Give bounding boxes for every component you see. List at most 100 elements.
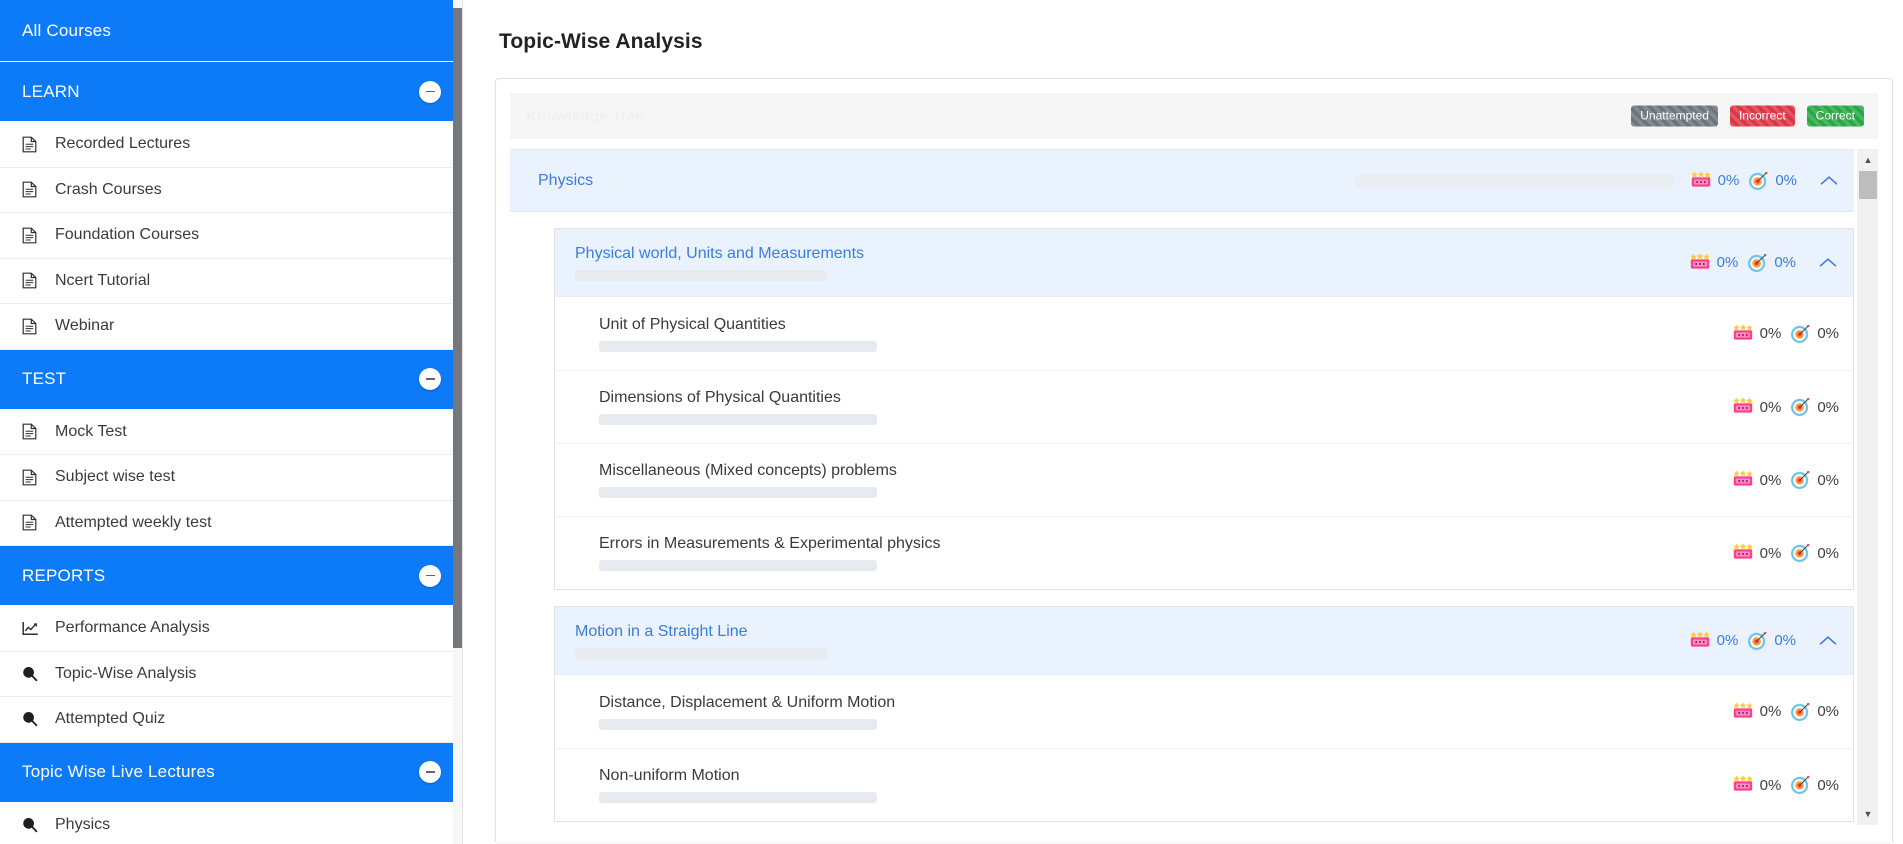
metric-rank: 0% bbox=[1732, 470, 1781, 490]
row-metrics: 0% 0% bbox=[1732, 470, 1839, 490]
sidebar-item-recorded-lectures[interactable]: Recorded Lectures bbox=[0, 122, 462, 168]
tree-topic-progress-bar bbox=[599, 718, 877, 730]
sidebar-item-physics[interactable]: Physics bbox=[0, 802, 462, 844]
rank-ticket-icon bbox=[1732, 543, 1753, 563]
metric-rank: 0% bbox=[1732, 397, 1782, 417]
scroll-up-arrow-icon[interactable]: ▲ bbox=[1857, 151, 1878, 169]
tree-topic-row[interactable]: Unit of Physical Quantities 0% 0% bbox=[555, 297, 1853, 370]
knowledge-tree-heading: Knowledge Tree bbox=[526, 107, 644, 125]
tree-topic-row[interactable]: Dimensions of Physical Quantities 0% 0% bbox=[555, 370, 1853, 443]
page-title: Topic-Wise Analysis bbox=[499, 30, 703, 53]
row-metrics: 0% 0% bbox=[1732, 701, 1839, 722]
sidebar-collapse-toggle-topic-wise-live-lectures[interactable] bbox=[419, 761, 441, 783]
sidebar-item-label: Attempted Quiz bbox=[55, 710, 166, 728]
metric-rank-value: 0% bbox=[1759, 398, 1782, 416]
metric-rank-value: 0% bbox=[1716, 632, 1739, 649]
sidebar-section-label: TEST bbox=[22, 369, 67, 388]
sidebar-section-topic-wise-live-lectures[interactable]: Topic Wise Live Lectures bbox=[0, 742, 462, 803]
tree-chapter-block: Physical world, Units and Measurements 0%… bbox=[554, 228, 1854, 590]
metric-accuracy: 0% bbox=[1747, 253, 1796, 273]
sidebar-collapse-toggle-test[interactable] bbox=[419, 368, 441, 390]
metric-accuracy-value: 0% bbox=[1817, 471, 1839, 489]
tree-topic-label-group: Unit of Physical Quantities bbox=[599, 316, 877, 352]
minus-icon bbox=[425, 771, 435, 773]
sidebar-section-test[interactable]: TEST bbox=[0, 349, 462, 410]
tree-chapter-label: Motion in a Straight Line bbox=[575, 622, 748, 640]
file-icon bbox=[22, 318, 48, 335]
sidebar-section-learn[interactable]: LEARN bbox=[0, 62, 462, 122]
scroll-down-arrow-icon[interactable]: ▼ bbox=[1857, 805, 1878, 823]
rank-ticket-icon bbox=[1732, 397, 1753, 417]
sidebar-section-reports[interactable]: REPORTS bbox=[0, 546, 462, 606]
metric-accuracy: 0% bbox=[1790, 702, 1839, 722]
tree-topic-row[interactable]: Miscellaneous (Mixed concepts) problems 0… bbox=[555, 443, 1853, 516]
target-icon bbox=[1748, 171, 1768, 191]
metric-accuracy: 0% bbox=[1790, 324, 1839, 344]
sidebar-item-label: Topic-Wise Analysis bbox=[55, 664, 197, 682]
metric-accuracy: 0% bbox=[1747, 631, 1796, 651]
sidebar-item-foundation-courses[interactable]: Foundation Courses bbox=[0, 213, 462, 259]
rank-ticket-icon bbox=[1690, 170, 1711, 191]
sidebar-item-label: Webinar bbox=[55, 317, 115, 335]
tree-chapter-row[interactable]: Motion in a Straight Line 0% 0% bbox=[555, 607, 1853, 675]
sidebar-item-subject-wise-test[interactable]: Subject wise test bbox=[0, 455, 462, 501]
target-icon bbox=[1790, 702, 1810, 722]
search-icon bbox=[22, 817, 48, 833]
metric-accuracy-value: 0% bbox=[1775, 172, 1797, 189]
tree-scrollbar[interactable]: ▲ ▼ bbox=[1856, 149, 1878, 825]
sidebar-item-label: Mock Test bbox=[55, 422, 127, 440]
sidebar-item-attempted-quiz[interactable]: Attempted Quiz bbox=[0, 697, 462, 743]
sidebar-item-webinar[interactable]: Webinar bbox=[0, 304, 462, 350]
rank-ticket-icon bbox=[1732, 701, 1753, 722]
sidebar-scrollbar-thumb[interactable] bbox=[453, 8, 462, 648]
file-icon bbox=[22, 227, 48, 244]
tree-topic-label-group: Non-uniform Motion bbox=[599, 767, 877, 803]
minus-icon bbox=[425, 90, 435, 93]
sidebar-collapse-toggle-learn[interactable] bbox=[419, 80, 441, 103]
chevron-up-icon[interactable] bbox=[1817, 630, 1839, 652]
metric-rank-value: 0% bbox=[1759, 703, 1782, 720]
sidebar-collapse-toggle-reports[interactable] bbox=[419, 564, 441, 587]
sidebar-section-all-courses[interactable]: All Courses bbox=[0, 0, 462, 62]
search-icon bbox=[22, 711, 48, 727]
tree-topic-label: Unit of Physical Quantities bbox=[599, 315, 786, 333]
tree-topic-row[interactable]: Distance, Displacement & Uniform Motion 0… bbox=[555, 675, 1853, 748]
metric-rank-value: 0% bbox=[1759, 776, 1782, 794]
tree-subject-progress-placeholder bbox=[1355, 174, 1675, 187]
chevron-up-icon[interactable] bbox=[1817, 252, 1839, 274]
metric-rank-value: 0% bbox=[1759, 544, 1782, 562]
sidebar-item-crash-courses[interactable]: Crash Courses bbox=[0, 167, 462, 213]
panel-header: Knowledge Tree Unattempted Incorrect Cor… bbox=[510, 93, 1878, 139]
sidebar-scrollbar[interactable] bbox=[453, 0, 462, 844]
tree-topic-row[interactable]: Errors in Measurements & Experimental ph… bbox=[555, 516, 1853, 589]
target-icon bbox=[1747, 631, 1767, 651]
sidebar-item-attempted-weekly-test[interactable]: Attempted weekly test bbox=[0, 500, 462, 546]
sidebar-section-label: LEARN bbox=[22, 81, 80, 101]
sidebar-item-mock-test[interactable]: Mock Test bbox=[0, 409, 462, 455]
chevron-up-icon[interactable] bbox=[1818, 170, 1840, 192]
metric-rank: 0% bbox=[1689, 630, 1739, 651]
sidebar-item-ncert-tutorial[interactable]: Ncert Tutorial bbox=[0, 258, 462, 304]
tree-topic-progress-bar bbox=[599, 487, 877, 498]
metric-rank: 0% bbox=[1690, 170, 1739, 191]
sidebar: All Courses LEARN Recorded Lectures Crash C… bbox=[0, 0, 463, 844]
tree-chapter-label-group: Physical world, Units and Measurements bbox=[575, 245, 864, 281]
tree-scrollbar-thumb[interactable] bbox=[1859, 171, 1877, 199]
tree-topic-label: Errors in Measurements & Experimental ph… bbox=[599, 535, 941, 552]
tree-subject-label: Physics bbox=[538, 171, 594, 189]
sidebar-section-label: REPORTS bbox=[22, 565, 106, 585]
tree-subject-row[interactable]: Physics 0% 0% bbox=[510, 149, 1854, 212]
row-metrics: 0% 0% bbox=[1732, 775, 1839, 795]
file-icon bbox=[22, 272, 48, 289]
sidebar-item-label: Performance Analysis bbox=[55, 619, 210, 637]
target-icon bbox=[1790, 775, 1810, 795]
target-icon bbox=[1790, 324, 1810, 344]
tree-topic-row[interactable]: Non-uniform Motion 0% 0% bbox=[555, 748, 1853, 821]
file-icon bbox=[22, 136, 48, 153]
knowledge-tree-panel: Knowledge Tree Unattempted Incorrect Cor… bbox=[495, 78, 1893, 842]
target-icon bbox=[1790, 470, 1810, 490]
main-content: Topic-Wise Analysis Knowledge Tree Unatt… bbox=[463, 0, 1903, 844]
tree-chapter-row[interactable]: Physical world, Units and Measurements 0%… bbox=[555, 229, 1853, 297]
sidebar-item-performance-analysis[interactable]: Performance Analysis bbox=[0, 606, 462, 652]
sidebar-item-topic-wise-analysis[interactable]: Topic-Wise Analysis bbox=[0, 651, 462, 697]
